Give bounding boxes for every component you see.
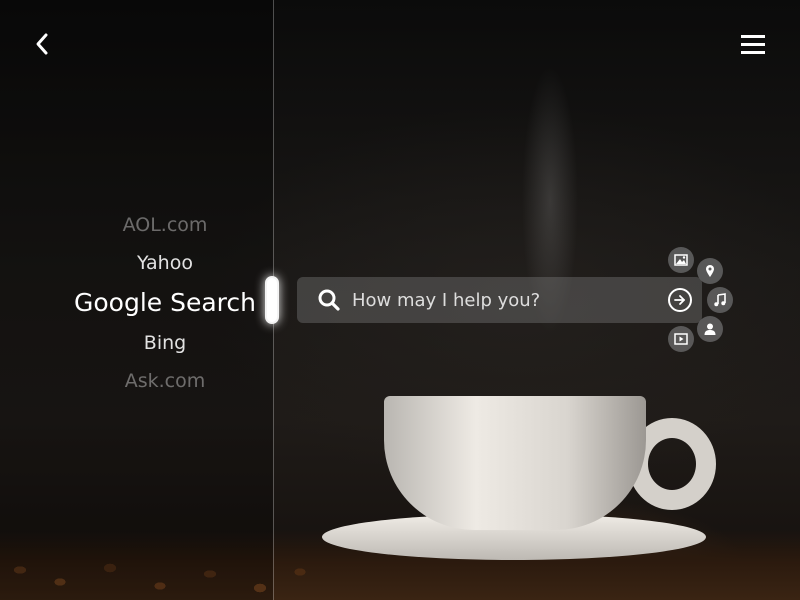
music-filter-button[interactable] [707,287,733,313]
engine-item-bing[interactable]: Bing [50,324,280,362]
search-submit-button[interactable] [668,288,692,312]
steam [480,0,640,390]
engine-item-google[interactable]: Google Search [50,282,280,324]
chevron-left-icon [36,33,48,55]
map-pin-icon [706,265,714,277]
search-bar [297,277,702,323]
engine-item-ask[interactable]: Ask.com [50,362,280,400]
search-engine-list: AOL.com Yahoo Google Search Bing Ask.com [50,206,280,400]
engine-item-aol[interactable]: AOL.com [50,206,280,244]
video-icon [674,333,688,345]
engine-item-yahoo[interactable]: Yahoo [50,244,280,282]
music-note-icon [714,293,726,307]
person-icon [704,323,716,335]
arrow-right-circle-icon [674,295,685,305]
image-icon [674,254,688,266]
menu-button[interactable] [736,30,770,58]
search-input[interactable] [352,280,668,320]
back-button[interactable] [26,28,58,60]
location-filter-button[interactable] [697,258,723,284]
coffee-cup [384,396,646,530]
person-filter-button[interactable] [697,316,723,342]
image-filter-button[interactable] [668,247,694,273]
engine-selector-handle[interactable] [265,276,279,324]
search-icon [318,289,340,311]
hamburger-menu-icon [741,34,765,38]
video-filter-button[interactable] [668,326,694,352]
